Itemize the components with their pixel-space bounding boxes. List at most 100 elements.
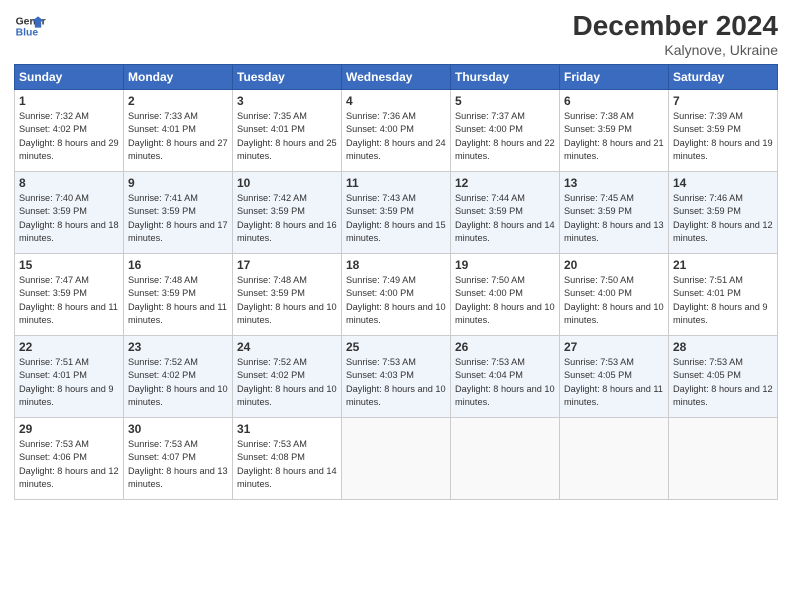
day-info: Sunrise: 7:52 AM Sunset: 4:02 PM Dayligh… [128,356,228,409]
day-number: 29 [19,422,119,436]
table-row: 18 Sunrise: 7:49 AM Sunset: 4:00 PM Dayl… [342,254,451,336]
table-row: 5 Sunrise: 7:37 AM Sunset: 4:00 PM Dayli… [451,90,560,172]
svg-text:General: General [16,16,46,27]
header: General Blue December 2024 Kalynove, Ukr… [14,10,778,58]
col-saturday: Saturday [669,65,778,90]
day-number: 20 [564,258,664,272]
day-info: Sunrise: 7:50 AM Sunset: 4:00 PM Dayligh… [564,274,664,327]
subtitle: Kalynove, Ukraine [573,42,778,58]
day-number: 17 [237,258,337,272]
day-number: 9 [128,176,228,190]
day-number: 23 [128,340,228,354]
col-tuesday: Tuesday [233,65,342,90]
table-row: 13 Sunrise: 7:45 AM Sunset: 3:59 PM Dayl… [560,172,669,254]
table-row: 16 Sunrise: 7:48 AM Sunset: 3:59 PM Dayl… [124,254,233,336]
table-row: 31 Sunrise: 7:53 AM Sunset: 4:08 PM Dayl… [233,418,342,500]
day-number: 30 [128,422,228,436]
calendar-row: 29 Sunrise: 7:53 AM Sunset: 4:06 PM Dayl… [15,418,778,500]
table-row: 19 Sunrise: 7:50 AM Sunset: 4:00 PM Dayl… [451,254,560,336]
table-row: 26 Sunrise: 7:53 AM Sunset: 4:04 PM Dayl… [451,336,560,418]
day-info: Sunrise: 7:53 AM Sunset: 4:03 PM Dayligh… [346,356,446,409]
table-row: 27 Sunrise: 7:53 AM Sunset: 4:05 PM Dayl… [560,336,669,418]
calendar-table: Sunday Monday Tuesday Wednesday Thursday… [14,64,778,500]
day-info: Sunrise: 7:36 AM Sunset: 4:00 PM Dayligh… [346,110,446,163]
day-info: Sunrise: 7:53 AM Sunset: 4:06 PM Dayligh… [19,438,119,491]
table-row: 1 Sunrise: 7:32 AM Sunset: 4:02 PM Dayli… [15,90,124,172]
day-info: Sunrise: 7:40 AM Sunset: 3:59 PM Dayligh… [19,192,119,245]
table-row [342,418,451,500]
day-info: Sunrise: 7:44 AM Sunset: 3:59 PM Dayligh… [455,192,555,245]
day-info: Sunrise: 7:37 AM Sunset: 4:00 PM Dayligh… [455,110,555,163]
day-info: Sunrise: 7:48 AM Sunset: 3:59 PM Dayligh… [128,274,228,327]
day-info: Sunrise: 7:38 AM Sunset: 3:59 PM Dayligh… [564,110,664,163]
table-row: 11 Sunrise: 7:43 AM Sunset: 3:59 PM Dayl… [342,172,451,254]
table-row: 12 Sunrise: 7:44 AM Sunset: 3:59 PM Dayl… [451,172,560,254]
day-number: 13 [564,176,664,190]
day-info: Sunrise: 7:51 AM Sunset: 4:01 PM Dayligh… [19,356,119,409]
day-info: Sunrise: 7:46 AM Sunset: 3:59 PM Dayligh… [673,192,773,245]
day-number: 24 [237,340,337,354]
day-number: 3 [237,94,337,108]
table-row: 2 Sunrise: 7:33 AM Sunset: 4:01 PM Dayli… [124,90,233,172]
day-info: Sunrise: 7:52 AM Sunset: 4:02 PM Dayligh… [237,356,337,409]
table-row: 28 Sunrise: 7:53 AM Sunset: 4:05 PM Dayl… [669,336,778,418]
day-number: 5 [455,94,555,108]
title-block: December 2024 Kalynove, Ukraine [573,10,778,58]
day-info: Sunrise: 7:39 AM Sunset: 3:59 PM Dayligh… [673,110,773,163]
table-row: 25 Sunrise: 7:53 AM Sunset: 4:03 PM Dayl… [342,336,451,418]
day-number: 27 [564,340,664,354]
table-row: 20 Sunrise: 7:50 AM Sunset: 4:00 PM Dayl… [560,254,669,336]
month-title: December 2024 [573,10,778,42]
day-info: Sunrise: 7:32 AM Sunset: 4:02 PM Dayligh… [19,110,119,163]
day-number: 2 [128,94,228,108]
day-number: 1 [19,94,119,108]
day-number: 11 [346,176,446,190]
svg-text:Blue: Blue [16,28,39,39]
day-info: Sunrise: 7:53 AM Sunset: 4:07 PM Dayligh… [128,438,228,491]
day-info: Sunrise: 7:42 AM Sunset: 3:59 PM Dayligh… [237,192,337,245]
logo-icon: General Blue [14,10,46,42]
col-monday: Monday [124,65,233,90]
col-sunday: Sunday [15,65,124,90]
day-number: 31 [237,422,337,436]
day-number: 15 [19,258,119,272]
day-info: Sunrise: 7:48 AM Sunset: 3:59 PM Dayligh… [237,274,337,327]
table-row [451,418,560,500]
col-friday: Friday [560,65,669,90]
day-number: 10 [237,176,337,190]
day-info: Sunrise: 7:47 AM Sunset: 3:59 PM Dayligh… [19,274,119,327]
day-number: 6 [564,94,664,108]
table-row [560,418,669,500]
day-number: 8 [19,176,119,190]
day-number: 26 [455,340,555,354]
day-number: 12 [455,176,555,190]
day-number: 25 [346,340,446,354]
table-row: 9 Sunrise: 7:41 AM Sunset: 3:59 PM Dayli… [124,172,233,254]
day-number: 28 [673,340,773,354]
table-row: 15 Sunrise: 7:47 AM Sunset: 3:59 PM Dayl… [15,254,124,336]
day-number: 14 [673,176,773,190]
calendar-row: 1 Sunrise: 7:32 AM Sunset: 4:02 PM Dayli… [15,90,778,172]
day-info: Sunrise: 7:53 AM Sunset: 4:05 PM Dayligh… [564,356,664,409]
day-info: Sunrise: 7:43 AM Sunset: 3:59 PM Dayligh… [346,192,446,245]
col-wednesday: Wednesday [342,65,451,90]
day-info: Sunrise: 7:41 AM Sunset: 3:59 PM Dayligh… [128,192,228,245]
day-info: Sunrise: 7:45 AM Sunset: 3:59 PM Dayligh… [564,192,664,245]
table-row: 22 Sunrise: 7:51 AM Sunset: 4:01 PM Dayl… [15,336,124,418]
calendar-row: 15 Sunrise: 7:47 AM Sunset: 3:59 PM Dayl… [15,254,778,336]
day-number: 4 [346,94,446,108]
table-row: 21 Sunrise: 7:51 AM Sunset: 4:01 PM Dayl… [669,254,778,336]
day-info: Sunrise: 7:53 AM Sunset: 4:04 PM Dayligh… [455,356,555,409]
table-row: 8 Sunrise: 7:40 AM Sunset: 3:59 PM Dayli… [15,172,124,254]
calendar-row: 22 Sunrise: 7:51 AM Sunset: 4:01 PM Dayl… [15,336,778,418]
day-info: Sunrise: 7:33 AM Sunset: 4:01 PM Dayligh… [128,110,228,163]
col-thursday: Thursday [451,65,560,90]
day-number: 7 [673,94,773,108]
day-number: 18 [346,258,446,272]
day-number: 16 [128,258,228,272]
page: General Blue December 2024 Kalynove, Ukr… [0,0,792,612]
day-info: Sunrise: 7:53 AM Sunset: 4:08 PM Dayligh… [237,438,337,491]
day-info: Sunrise: 7:50 AM Sunset: 4:00 PM Dayligh… [455,274,555,327]
day-number: 21 [673,258,773,272]
table-row: 7 Sunrise: 7:39 AM Sunset: 3:59 PM Dayli… [669,90,778,172]
